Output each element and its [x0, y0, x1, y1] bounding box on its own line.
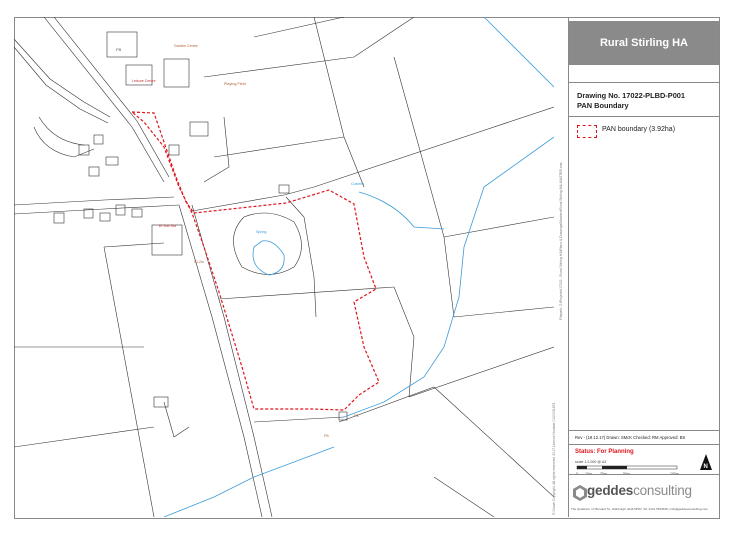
road-edge	[43, 17, 165, 183]
building	[88, 166, 100, 177]
drawing-title: PAN Boundary	[577, 101, 629, 110]
geddes-logo-mark-icon	[573, 485, 587, 501]
road-edge	[14, 196, 175, 206]
label-fb-bottom-2: FB	[324, 434, 329, 438]
el-sub-station-plot	[151, 224, 183, 256]
copyright-note: © Crown Copyright. All rights reserved. …	[552, 402, 556, 515]
drain-ne	[483, 17, 554, 88]
road-edge	[191, 204, 273, 517]
label-playing-field: Playing Field	[224, 82, 246, 86]
map-area: FB Garden Centre Leisure Centre Playing …	[14, 17, 554, 517]
scale-bar-segment	[577, 466, 587, 469]
field-boundary	[203, 17, 415, 78]
building	[115, 204, 126, 216]
watercourses	[163, 17, 554, 517]
building	[105, 156, 119, 166]
scale-text: scale 1:2,000 @ A3	[575, 460, 607, 464]
logo-word-bold: geddes	[587, 483, 634, 498]
divider	[569, 430, 719, 431]
label-level: 91.2m	[194, 260, 204, 264]
label-garden-centre: Garden Centre	[174, 44, 198, 48]
label-fb-bottom: FB	[354, 414, 359, 418]
north-label: N	[704, 464, 708, 470]
divider	[569, 82, 719, 83]
field-boundary	[408, 346, 554, 398]
field-boundary	[393, 56, 455, 318]
logo-word-light: consulting	[633, 483, 692, 498]
divider	[569, 116, 719, 117]
client-title: Rural Stirling HA	[569, 21, 719, 65]
field-boundary	[103, 246, 155, 517]
building	[153, 396, 169, 408]
map-linework	[14, 17, 554, 517]
building	[83, 208, 94, 219]
scale-bar: 0 10m 25m 50m 100m	[576, 465, 679, 476]
field-boundary	[253, 17, 345, 38]
filepath-note: Filepath: Z:\Projects\17022 - Rural Stir…	[559, 162, 563, 320]
field-boundary	[443, 216, 554, 238]
site-map: FB Garden Centre Leisure Centre Playing …	[14, 17, 554, 517]
field-boundary	[103, 242, 165, 248]
stream-south	[163, 446, 335, 517]
field-boundary	[433, 476, 495, 517]
field-boundary	[453, 306, 554, 318]
label-el-sub-sta: El Sub Sta	[159, 224, 176, 228]
legend-label-boundary: PAN boundary (3.92ha)	[602, 126, 676, 133]
field-boundary	[253, 416, 345, 423]
road-edge	[53, 17, 170, 178]
field-boundary	[285, 196, 317, 318]
road-edge	[33, 126, 95, 158]
building	[163, 58, 190, 88]
company-address: The Quadrant, 17 Bernard St., Edinburgh,…	[571, 507, 708, 511]
scale-bar-segment	[602, 466, 627, 469]
field-boundary	[191, 106, 554, 212]
label-pond: Spring	[256, 230, 266, 234]
building	[131, 208, 143, 218]
company-logo: geddesconsulting	[587, 483, 692, 498]
building	[53, 212, 65, 224]
building	[189, 121, 209, 137]
drawing-number: Drawing No. 17022-PLBD-P001 PAN Boundary	[577, 91, 685, 111]
status-text: Status: For Planning	[575, 449, 634, 455]
pond	[252, 240, 285, 276]
building	[278, 184, 290, 194]
road-edge	[14, 46, 109, 124]
building	[106, 31, 138, 58]
field-boundary	[313, 17, 345, 138]
building	[168, 144, 180, 156]
field-boundary	[14, 426, 155, 448]
culvert-channel	[358, 191, 445, 230]
revision-line: Rev - (19.12.17) Drawn: SMcK Checked: RM…	[575, 435, 686, 440]
road-edge	[178, 204, 263, 517]
building	[78, 144, 90, 156]
field-boundary	[343, 136, 365, 188]
divider	[569, 444, 719, 445]
legend-swatch-boundary	[577, 125, 597, 138]
drawing-number-text: Drawing No. 17022-PLBD-P001	[577, 91, 686, 100]
building	[99, 212, 111, 222]
field-boundary	[393, 286, 415, 398]
road-edge	[14, 204, 180, 215]
north-arrow-icon: N	[700, 454, 712, 470]
divider	[569, 474, 719, 475]
road-edge	[38, 116, 85, 146]
label-fb-top: FB	[116, 47, 121, 52]
label-leisure-centre: Leisure Centre	[132, 79, 156, 83]
woodland-outline	[233, 212, 302, 275]
field-boundary	[338, 386, 554, 498]
title-block: Rural Stirling HA Drawing No. 17022-PLBD…	[568, 17, 719, 517]
label-culverts: Culverts	[351, 182, 364, 186]
road-edge	[14, 38, 111, 118]
field-boundary	[213, 136, 345, 158]
field-boundary	[218, 286, 395, 300]
building	[93, 134, 104, 145]
pan-boundary	[130, 111, 380, 411]
